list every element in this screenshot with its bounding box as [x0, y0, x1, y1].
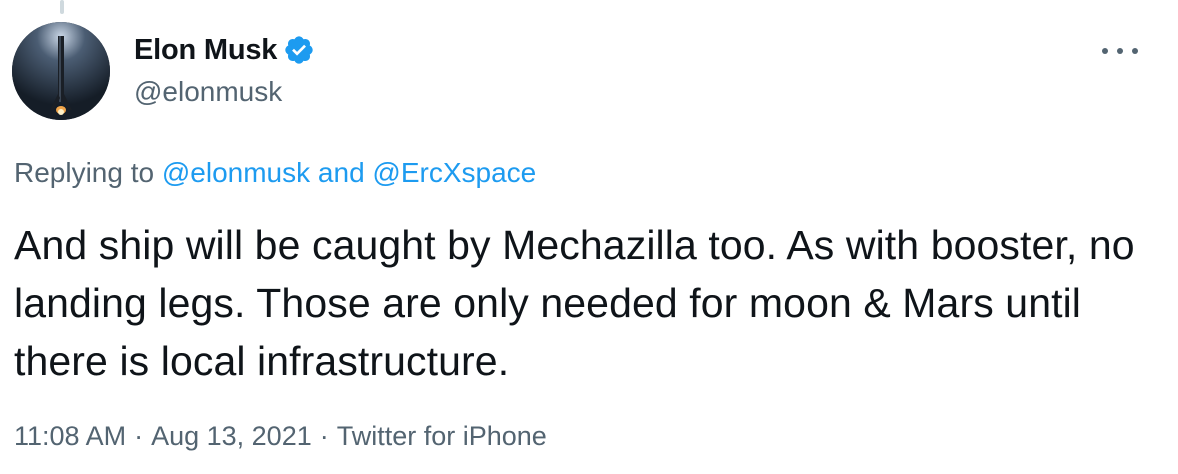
mention-link-ercxspace[interactable]: @ErcXspace	[372, 157, 536, 188]
meta-separator: ·	[319, 421, 329, 451]
author-name-row: Elon Musk	[134, 30, 315, 70]
more-options-button[interactable]	[1102, 36, 1138, 66]
meta-separator: ·	[134, 421, 144, 451]
more-dots-icon	[1132, 48, 1138, 54]
more-dots-icon	[1102, 48, 1108, 54]
tweet-metadata: 11:08 AM · Aug 13, 2021 · Twitter for iPhone	[14, 416, 547, 456]
replying-to-line: Replying to @elonmusk and @ErcXspace	[14, 153, 536, 193]
tweet-author: Elon Musk @elonmusk	[134, 30, 315, 112]
avatar[interactable]	[12, 22, 110, 120]
verified-badge-icon	[283, 34, 315, 66]
tweet-text: And ship will be caught by Mechazilla to…	[14, 222, 1135, 384]
author-display-name[interactable]: Elon Musk	[134, 30, 277, 70]
tweet-date[interactable]: Aug 13, 2021	[151, 421, 312, 451]
tweet-time[interactable]: 11:08 AM	[14, 421, 126, 451]
mention-joiner: and	[317, 157, 365, 188]
author-handle[interactable]: @elonmusk	[134, 72, 315, 112]
more-dots-icon	[1117, 48, 1123, 54]
tweet-source[interactable]: Twitter for iPhone	[337, 421, 547, 451]
rocket-booster-avatar-icon	[12, 22, 110, 120]
mention-link-elonmusk[interactable]: @elonmusk	[162, 157, 310, 188]
thread-connector-line	[60, 0, 64, 14]
replying-to-label: Replying to	[14, 157, 155, 188]
